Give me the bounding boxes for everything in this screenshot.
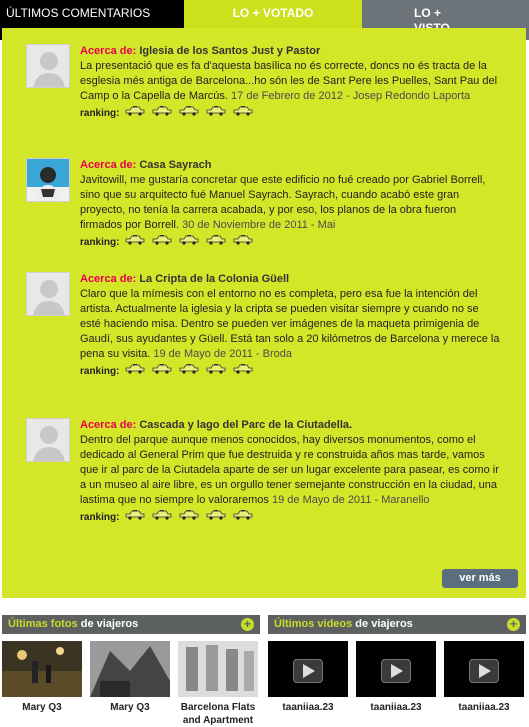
comment-text: Acerca de: Iglesia de los Santos Just y …: [80, 44, 500, 121]
taxi-rating-icon[interactable]: [151, 235, 173, 245]
avatar[interactable]: [26, 418, 70, 462]
plus-icon[interactable]: +: [507, 618, 520, 631]
photo-caption[interactable]: Mary Q3: [87, 701, 173, 714]
ultimos-videos-header: Últimos videos de viajeros +: [268, 615, 526, 634]
comment-meta: 19 de Mayo de 2011 - Maranello: [271, 494, 430, 506]
default-avatar-icon: [27, 273, 69, 315]
taxi-rating-icon[interactable]: [124, 364, 146, 374]
taxi-rating-icon[interactable]: [205, 510, 227, 520]
video-caption[interactable]: taaniiaa.23: [265, 701, 351, 714]
video-caption[interactable]: taaniiaa.23: [353, 701, 439, 714]
ultimas-fotos-header: Últimas fotos de viajeros +: [2, 615, 260, 634]
taxi-rating-icon[interactable]: [178, 510, 200, 520]
default-avatar-icon: [27, 45, 69, 87]
video-thumbnail[interactable]: [444, 641, 524, 697]
comment-title-link[interactable]: Iglesia de los Santos Just y Pastor: [139, 45, 320, 57]
ver-mas-button[interactable]: ver más: [442, 569, 518, 588]
comment-label: Acerca de:: [80, 273, 137, 285]
ranking: ranking:: [80, 106, 500, 121]
ranking-label: ranking:: [80, 366, 120, 377]
taxi-rating-icon[interactable]: [151, 364, 173, 374]
default-avatar-icon: [27, 419, 69, 461]
comment-label: Acerca de:: [80, 159, 137, 171]
comments-panel: Acerca de: Iglesia de los Santos Just y …: [2, 28, 526, 598]
comment-meta: 17 de Febrero de 2012 - Josep Redondo La…: [231, 90, 471, 102]
ranking-label: ranking:: [80, 237, 120, 248]
ranking-label: ranking:: [80, 512, 120, 523]
comment-title-link[interactable]: Cascada y lago del Parc de la Ciutadella…: [139, 419, 352, 431]
comment-meta: 19 de Mayo de 2011 - Broda: [153, 348, 293, 360]
photo-thumbnail[interactable]: [178, 641, 258, 697]
taxi-rating-icon[interactable]: [232, 235, 254, 245]
ultimas-fotos-title-rest: de viajeros: [77, 618, 139, 630]
taxi-rating-icon[interactable]: [178, 235, 200, 245]
comment-text: Acerca de: La Cripta de la Colonia Güell…: [80, 272, 500, 379]
user-photo-icon: [27, 159, 69, 201]
plus-icon[interactable]: +: [241, 618, 254, 631]
comment-label: Acerca de:: [80, 45, 137, 57]
taxi-rating-icon[interactable]: [232, 364, 254, 374]
taxi-rating-icon[interactable]: [205, 364, 227, 374]
photo-thumbnail[interactable]: [90, 641, 170, 697]
avatar[interactable]: [26, 158, 70, 202]
comment-title-link[interactable]: Casa Sayrach: [139, 159, 211, 171]
taxi-rating-icon[interactable]: [205, 235, 227, 245]
avatar[interactable]: [26, 44, 70, 88]
taxi-rating-icon[interactable]: [232, 106, 254, 116]
play-icon[interactable]: [293, 659, 323, 683]
ultimas-fotos-box: Últimas fotos de viajeros + Mary Q3 Mary…: [2, 615, 260, 727]
tab-lo-mas-visto-line1: LO +: [414, 6, 442, 20]
comment-text: Acerca de: Cascada y lago del Parc de la…: [80, 418, 500, 525]
ultimos-videos-box: Últimos videos de viajeros + taaniiaa.23…: [268, 615, 526, 727]
video-thumbnail[interactable]: [268, 641, 348, 697]
ranking: ranking:: [80, 235, 500, 250]
taxi-rating-icon[interactable]: [178, 106, 200, 116]
taxi-rating-icon[interactable]: [151, 106, 173, 116]
comment-text: Acerca de: Casa Sayrach Javitowill, me g…: [80, 158, 500, 250]
video-caption[interactable]: taaniiaa.23: [441, 701, 527, 714]
photo-caption[interactable]: Mary Q3: [0, 701, 85, 714]
video-thumbnail[interactable]: [356, 641, 436, 697]
comment-title-link[interactable]: La Cripta de la Colonia Güell: [139, 273, 289, 285]
taxi-rating-icon[interactable]: [151, 510, 173, 520]
taxi-rating-icon[interactable]: [124, 106, 146, 116]
ranking-label: ranking:: [80, 108, 120, 119]
comment-label: Acerca de:: [80, 419, 137, 431]
ultimas-fotos-title-link[interactable]: Últimas fotos: [8, 618, 78, 630]
taxi-rating-icon[interactable]: [124, 510, 146, 520]
taxi-rating-icon[interactable]: [205, 106, 227, 116]
taxi-rating-icon[interactable]: [124, 235, 146, 245]
comment-meta: 30 de Noviembre de 2011 - Mai: [182, 219, 336, 231]
ranking: ranking:: [80, 510, 500, 525]
avatar[interactable]: [26, 272, 70, 316]
ultimos-videos-title-rest: de viajeros: [352, 618, 413, 630]
play-icon[interactable]: [381, 659, 411, 683]
photo-thumbnail[interactable]: [2, 641, 82, 697]
taxi-rating-icon[interactable]: [178, 364, 200, 374]
taxi-rating-icon[interactable]: [232, 510, 254, 520]
ranking: ranking:: [80, 364, 500, 379]
play-icon[interactable]: [469, 659, 499, 683]
ultimos-videos-title-link[interactable]: Últimos videos: [274, 618, 352, 630]
photo-caption[interactable]: Barcelona Flats and Apartment: [175, 701, 261, 727]
